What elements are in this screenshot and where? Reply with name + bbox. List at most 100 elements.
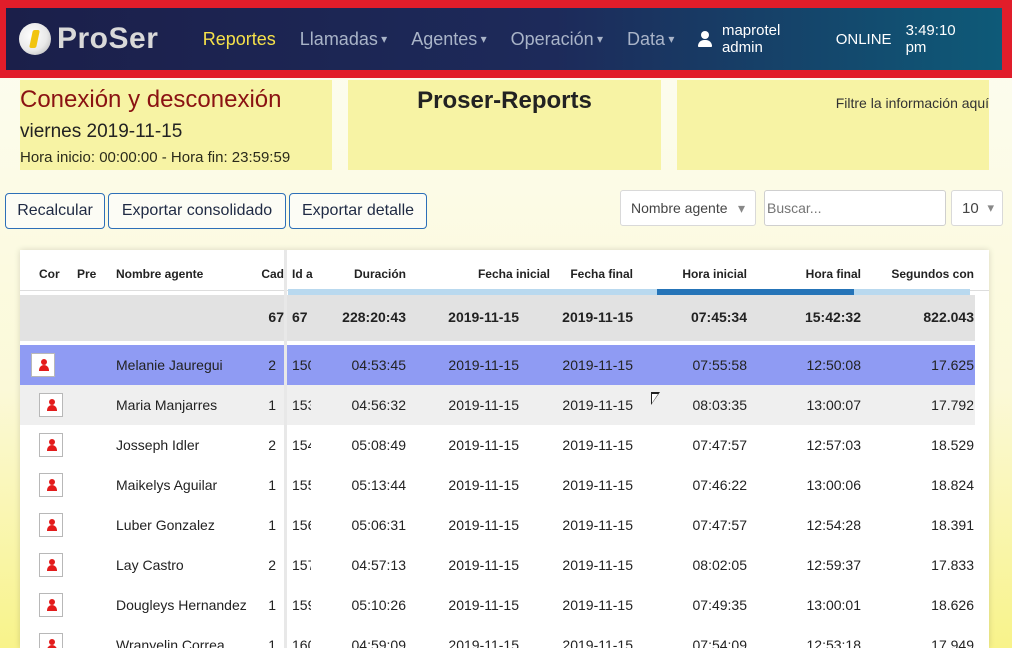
nav-item-llamadas[interactable]: Llamadas [300,29,387,50]
cell-end-date: 2019-11-15 [562,437,633,453]
nav-item-agentes[interactable]: Agentes [411,29,486,50]
agent-detail-button[interactable] [39,593,63,617]
cell-cad: 2 [268,557,276,573]
page-size-value: 10 [962,199,979,217]
table-row[interactable]: Luber Gonzalez 1 156 05:06:31 2019-11-15 2019… [20,505,975,545]
cell-end-time: 13:00:06 [806,477,862,493]
column-header[interactable]: Pre [77,267,97,281]
totals-row: 67 67 228:20:43 2019-11-15 2019-11-15 07:45:3… [20,295,975,341]
cell-start-time: 07:49:35 [692,597,748,613]
column-header[interactable]: Cor [39,267,61,281]
cell-id: 159 [292,597,311,613]
cell-seconds: 17.949 [931,637,974,648]
cell-end-time: 12:57:03 [806,437,862,453]
cell-start-time: 07:55:58 [692,357,748,373]
cell-name: Melanie Jauregui [116,357,223,373]
cell-start-date: 2019-11-15 [448,517,519,533]
nav-item-operacin[interactable]: Operación [511,29,603,50]
cell-end-date: 2019-11-15 [562,397,633,413]
column-header[interactable]: Fecha inicial [420,267,550,281]
export-consolidated-button[interactable]: Exportar consolidado [108,193,286,229]
cell-cad: 1 [268,637,276,648]
recalculate-button[interactable]: Recalcular [5,193,105,229]
agent-detail-button[interactable] [39,513,63,537]
column-header[interactable]: Segundos con [880,267,974,281]
table-row[interactable]: Josseph Idler 2 154 05:08:49 2019-11-15 2019-… [20,425,975,465]
table-row[interactable]: Wranyelin Correa 1 160 04:59:09 2019-11-15 20… [20,625,975,648]
table-row[interactable]: Maria Manjarres 1 153 04:56:32 2019-11-15 201… [20,385,975,425]
table-row[interactable]: Dougleys Hernandez 1 159 05:10:26 2019-11-15… [20,585,975,625]
cell-seconds: 17.625 [931,357,974,373]
total-start-date: 2019-11-15 [448,309,519,325]
cell-name: Maikelys Aguilar [116,477,218,493]
total-seconds: 822.043 [923,309,974,325]
status-badge: ONLINE [835,30,892,48]
user-name[interactable]: maprotel admin [722,22,822,56]
cell-end-time: 12:50:08 [806,357,862,373]
report-title: Conexión y desconexión [20,86,282,113]
nav-item-reportes[interactable]: Reportes [203,29,276,50]
cell-start-time: 08:02:05 [692,557,748,573]
table-row[interactable]: Maikelys Aguilar 1 155 05:13:44 2019-11-15 20… [20,465,975,505]
agent-filter-select[interactable]: Nombre agente [620,190,756,226]
cell-end-time: 13:00:01 [806,597,862,613]
cell-cad: 1 [268,597,276,613]
cell-end-time: 12:59:37 [806,557,862,573]
brand-logo[interactable]: ProSer [19,22,195,56]
agent-detail-button[interactable] [31,353,55,377]
column-header[interactable]: Duración [310,267,406,281]
cell-id: 160 [292,637,311,648]
column-header[interactable]: Nombre agente [116,267,236,281]
nav-menu: Reportes Llamadas Agentes Operación Data [203,29,699,50]
cell-end-time: 12:53:18 [806,637,862,648]
agent-detail-button[interactable] [39,553,63,577]
agent-icon [47,559,57,572]
column-header[interactable]: Hora inicial [640,267,747,281]
column-header[interactable]: Hora final [760,267,861,281]
cell-cad: 1 [268,477,276,493]
cell-id: 156 [292,517,311,533]
cell-start-time: 07:54:09 [692,637,748,648]
search-input[interactable] [764,190,946,226]
table-header: Cor Pre Nombre agente Cad Id a Duración Fecha … [20,250,989,291]
cell-name: Josseph Idler [116,437,200,453]
cell-duration: 05:10:26 [351,597,407,613]
report-hours: Hora inicio: 00:00:00 - Hora fin: 23:59:… [20,149,291,166]
agent-icon [47,439,57,452]
cell-start-date: 2019-11-15 [448,397,519,413]
cell-name: Lay Castro [116,557,184,573]
cell-duration: 04:57:13 [351,557,407,573]
filter-hint: Filtre la información aquí [835,95,989,111]
cell-seconds: 18.824 [931,477,974,493]
agent-detail-button[interactable] [39,433,63,457]
navbar-highlight-frame: ProSer Reportes Llamadas Agentes Operación D… [0,0,1012,78]
cell-duration: 05:08:49 [351,437,407,453]
nav-item-data[interactable]: Data [627,29,674,50]
cell-end-date: 2019-11-15 [562,517,633,533]
data-table: Cor Pre Nombre agente Cad Id a Duración Fecha … [20,250,989,648]
cell-start-date: 2019-11-15 [448,357,519,373]
cell-start-time: 07:46:22 [692,477,748,493]
table-row[interactable]: Lay Castro 2 157 04:57:13 2019-11-15 2019-11-… [20,545,975,585]
cell-start-date: 2019-11-15 [448,597,519,613]
agent-icon [47,479,57,492]
total-duration: 228:20:43 [342,309,406,325]
cell-id: 155 [292,477,311,493]
cell-id: 153 [292,397,311,413]
page-size-select[interactable]: 10 [951,190,1003,226]
cell-end-date: 2019-11-15 [562,637,633,648]
column-header[interactable]: Cad [260,267,284,281]
total-count: 67 [268,309,284,325]
cell-start-date: 2019-11-15 [448,437,519,453]
column-header[interactable]: Fecha final [540,267,633,281]
cell-duration: 05:06:31 [351,517,407,533]
cell-cad: 1 [268,397,276,413]
agent-detail-button[interactable] [39,633,63,648]
agent-detail-button[interactable] [39,393,63,417]
agent-detail-button[interactable] [39,473,63,497]
filter-panel[interactable]: Filtre la información aquí [677,80,989,170]
table-row[interactable]: Melanie Jauregui 2 150 04:53:45 2019-11-15 20… [20,345,975,385]
export-detail-button[interactable]: Exportar detalle [289,193,427,229]
cell-name: Maria Manjarres [116,397,218,413]
cell-name: Luber Gonzalez [116,517,215,533]
